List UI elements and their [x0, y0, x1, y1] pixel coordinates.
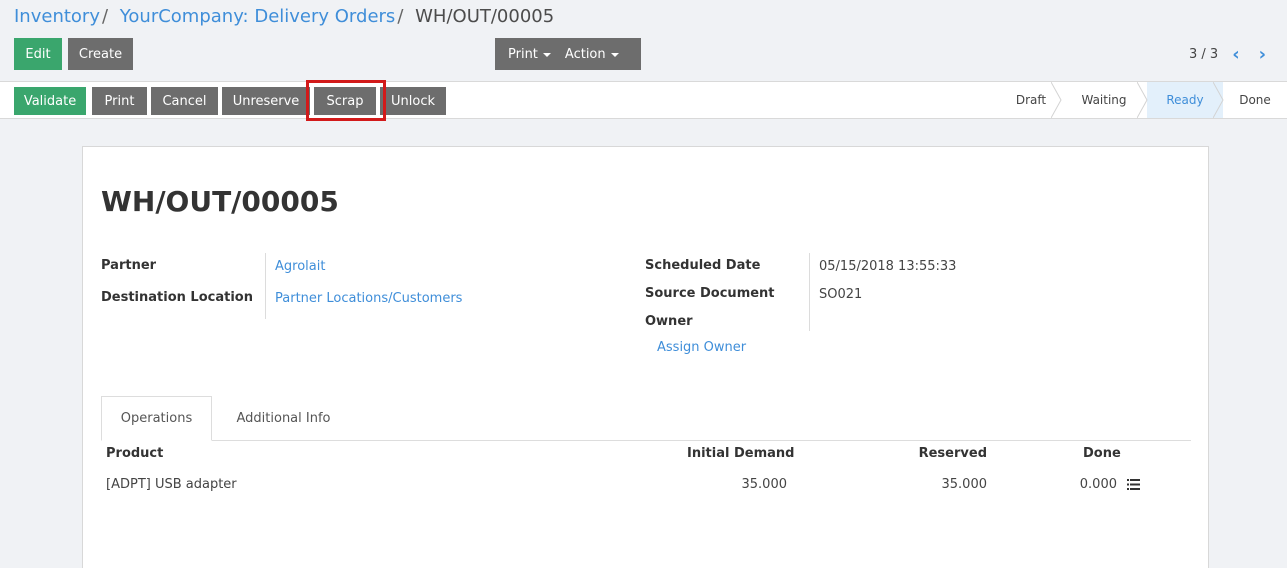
- detailed-operations-list-icon[interactable]: [1127, 479, 1140, 490]
- stage-label: Waiting: [1081, 93, 1127, 107]
- chevron-separator-icon: [1137, 82, 1148, 118]
- print-button[interactable]: Print: [92, 87, 147, 115]
- breadcrumb-current: WH/OUT/00005: [415, 6, 555, 27]
- stage-draft[interactable]: Draft: [1001, 82, 1062, 118]
- page-title: WH/OUT/00005: [101, 185, 339, 218]
- destination-location-link[interactable]: Partner Locations/Customers: [275, 291, 462, 306]
- create-button[interactable]: Create: [68, 38, 133, 70]
- scrap-highlight-box: [306, 80, 386, 121]
- stage-label: Draft: [1015, 93, 1047, 107]
- column-header-product[interactable]: Product: [106, 446, 163, 461]
- cell-product[interactable]: [ADPT] USB adapter: [106, 477, 237, 492]
- column-header-done[interactable]: Done: [1083, 446, 1121, 461]
- cancel-button[interactable]: Cancel: [151, 87, 218, 115]
- column-header-reserved[interactable]: Reserved: [887, 446, 987, 461]
- edit-button[interactable]: Edit: [14, 38, 62, 70]
- notebook-tabs: Operations Additional Info: [101, 396, 1191, 441]
- print-dropdown[interactable]: Print: [508, 47, 551, 62]
- scheduled-date-label: Scheduled Date: [645, 258, 761, 273]
- breadcrumb-delivery-orders[interactable]: YourCompany: Delivery Orders: [120, 6, 396, 27]
- tab-additional-info[interactable]: Additional Info: [216, 396, 351, 441]
- validate-button[interactable]: Validate: [14, 87, 86, 115]
- form-sheet: WH/OUT/00005 Partner Agrolait Destinatio…: [82, 146, 1209, 568]
- cell-reserved[interactable]: 35.000: [887, 477, 988, 492]
- cell-initial-demand[interactable]: 35.000: [687, 477, 788, 492]
- partner-label: Partner: [101, 258, 157, 273]
- caret-down-icon: [542, 53, 551, 57]
- statusbar: Validate Print Cancel Unreserve Scrap Un…: [0, 81, 1287, 119]
- tab-operations[interactable]: Operations: [101, 396, 212, 441]
- destination-location-label: Destination Location: [101, 290, 253, 305]
- breadcrumb-separator: /: [397, 6, 404, 27]
- stage-label: Ready: [1166, 93, 1204, 107]
- cell-done[interactable]: 0.000: [1047, 477, 1117, 492]
- stage-list: Draft Waiting Ready Done: [1001, 82, 1287, 118]
- caret-down-icon: [610, 53, 619, 57]
- unlock-button[interactable]: Unlock: [380, 87, 446, 115]
- column-header-initial-demand[interactable]: Initial Demand: [687, 446, 794, 461]
- pager-value: 3 / 3: [1189, 46, 1219, 62]
- unreserve-button[interactable]: Unreserve: [222, 87, 310, 115]
- field-divider: [809, 253, 810, 331]
- chevron-left-icon[interactable]: ‹: [1232, 44, 1239, 65]
- print-action-group: Print Action: [495, 38, 641, 70]
- assign-owner-link[interactable]: Assign Owner: [657, 340, 746, 355]
- print-dropdown-label: Print: [508, 46, 538, 62]
- scheduled-date-value[interactable]: 05/15/2018 13:55:33: [819, 259, 956, 274]
- stage-ready[interactable]: Ready: [1147, 82, 1224, 118]
- action-dropdown-label: Action: [564, 46, 606, 62]
- pager: 3 / 3 ‹ ›: [1177, 42, 1287, 66]
- source-document-label: Source Document: [645, 286, 775, 301]
- chevron-right-icon[interactable]: ›: [1259, 44, 1266, 65]
- stage-waiting[interactable]: Waiting: [1061, 82, 1148, 118]
- breadcrumb: Inventory / YourCompany: Delivery Orders /…: [14, 6, 554, 27]
- breadcrumb-separator: /: [101, 6, 109, 27]
- chevron-separator-icon: [1213, 82, 1224, 118]
- source-document-value[interactable]: SO021: [819, 287, 862, 302]
- owner-label: Owner: [645, 314, 693, 329]
- action-dropdown[interactable]: Action: [565, 47, 619, 62]
- field-divider: [265, 253, 266, 319]
- partner-link[interactable]: Agrolait: [275, 259, 325, 274]
- chevron-separator-icon: [1051, 82, 1062, 118]
- breadcrumb-inventory[interactable]: Inventory: [14, 6, 100, 27]
- stage-label: Done: [1239, 93, 1271, 107]
